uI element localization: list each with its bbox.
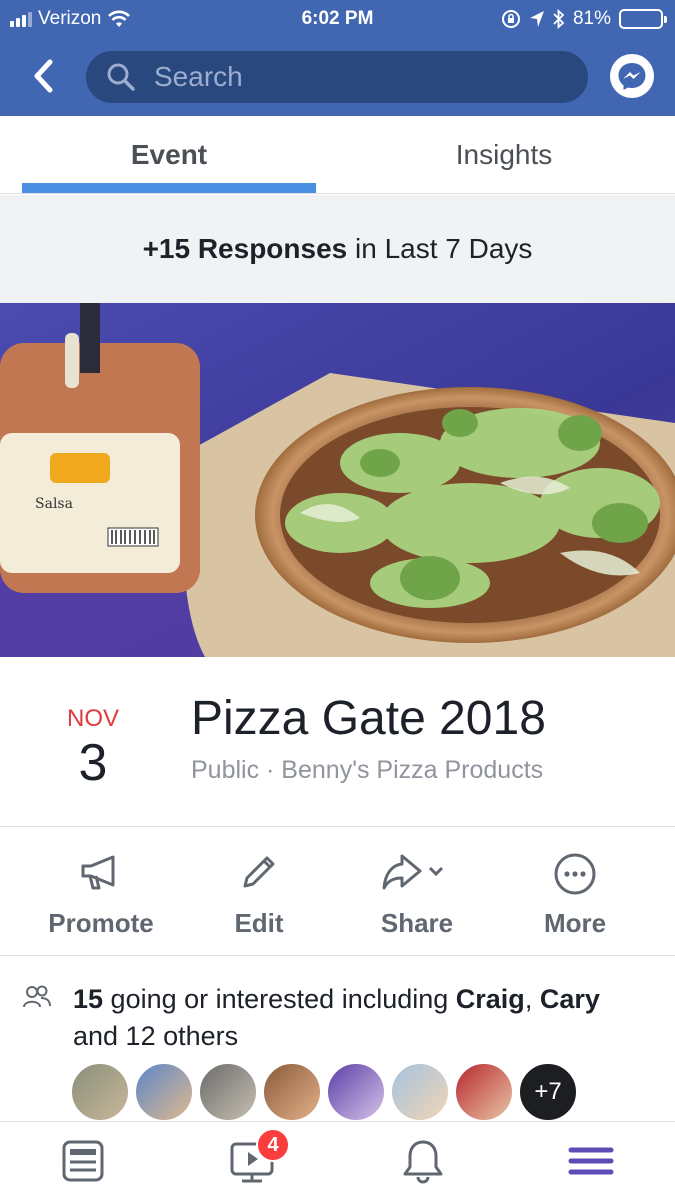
battery-icon <box>619 9 667 29</box>
search-input[interactable] <box>154 61 554 93</box>
promote-label: Promote <box>48 908 154 938</box>
avatar[interactable] <box>134 1062 194 1122</box>
bottom-tab-bar: 4 <box>0 1121 675 1200</box>
svg-text:Salsa: Salsa <box>35 496 73 512</box>
promote-button[interactable]: Promote <box>21 846 181 946</box>
going-count: 15 <box>73 984 104 1014</box>
event-cover-photo[interactable]: Salsa <box>0 303 675 657</box>
battery-percent: 81% <box>572 8 611 29</box>
messenger-icon <box>618 63 646 90</box>
menu-hamburger-icon[interactable] <box>561 1136 621 1186</box>
avatar[interactable] <box>326 1062 386 1122</box>
video-notification-badge: 4 <box>256 1128 290 1162</box>
tab-insights[interactable]: Insights <box>356 116 652 194</box>
going-text: going or interested including <box>103 984 456 1014</box>
edit-label: Edit <box>234 908 284 938</box>
event-month: NOV <box>66 705 119 732</box>
going-summary: 15 going or interested including Craig, … <box>73 981 633 1055</box>
going-name-2[interactable]: Cary <box>540 984 600 1014</box>
event-subtitle[interactable]: Public · Benny's Pizza Products <box>191 756 543 785</box>
more-label: More <box>543 908 607 938</box>
location-arrow-icon <box>529 11 544 27</box>
going-others: and 12 others <box>73 1021 239 1051</box>
back-chevron-icon[interactable] <box>28 56 60 96</box>
top-bar: Verizon 6:02 PM 81% <box>0 0 675 116</box>
rotation-lock-icon <box>501 10 520 28</box>
cover-photo-image: Salsa <box>0 303 675 657</box>
avatar[interactable] <box>198 1062 258 1122</box>
more-button[interactable]: More <box>495 846 655 946</box>
active-tab-indicator <box>22 183 316 193</box>
bluetooth-icon <box>553 9 565 29</box>
pencil-icon <box>243 856 275 888</box>
more-attendees-badge[interactable]: +7 <box>518 1062 578 1122</box>
news-feed-icon[interactable] <box>53 1136 113 1186</box>
going-separator: , <box>524 984 533 1014</box>
going-name-1[interactable]: Craig <box>456 984 525 1014</box>
notifications-bell-icon[interactable] <box>393 1136 453 1186</box>
share-label: Share <box>380 908 454 938</box>
going-section[interactable]: 15 going or interested including Craig, … <box>0 957 675 1122</box>
avatar[interactable] <box>390 1062 450 1122</box>
responses-count: +15 Responses <box>142 233 348 264</box>
people-icon <box>23 985 51 1008</box>
megaphone-icon <box>81 855 115 890</box>
share-button[interactable]: Share <box>337 846 497 946</box>
event-title: Pizza Gate 2018 <box>191 692 546 745</box>
responses-period: in Last 7 Days <box>347 233 533 264</box>
avatar[interactable] <box>70 1062 130 1122</box>
more-dots-icon <box>554 853 596 895</box>
event-day: 3 <box>78 734 108 792</box>
share-arrow-icon <box>382 854 444 890</box>
avatar[interactable] <box>262 1062 322 1122</box>
messenger-button[interactable] <box>610 54 654 98</box>
search-bar[interactable] <box>86 51 588 103</box>
event-info: NOV 3 Pizza Gate 2018 Public · Benny's P… <box>0 657 675 827</box>
avatar[interactable] <box>454 1062 514 1122</box>
edit-button[interactable]: Edit <box>179 846 339 946</box>
event-actions: Promote Edit Share More <box>0 828 675 956</box>
search-icon <box>107 63 135 91</box>
status-bar: Verizon 6:02 PM 81% <box>0 0 675 38</box>
responses-banner[interactable]: +15 Responses in Last 7 Days <box>0 195 675 303</box>
